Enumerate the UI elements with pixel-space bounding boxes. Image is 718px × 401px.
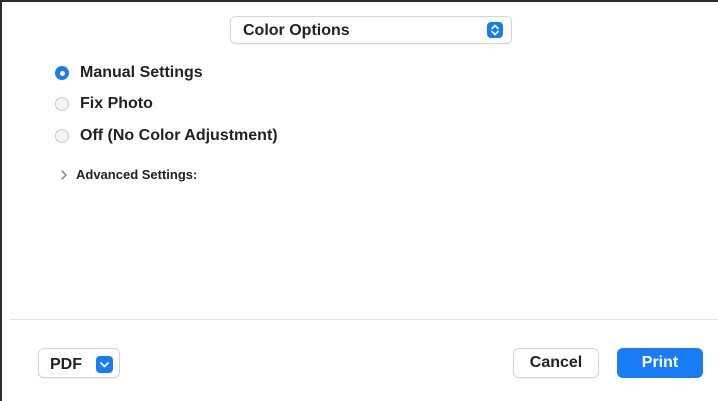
color-options-popup[interactable]: Color Options bbox=[230, 16, 512, 44]
print-button[interactable]: Print bbox=[617, 348, 703, 378]
window-frame-edge bbox=[0, 371, 2, 401]
advanced-settings-label: Advanced Settings: bbox=[76, 166, 198, 182]
popup-label: Color Options bbox=[243, 22, 350, 39]
radio-label: Off (No Color Adjustment) bbox=[80, 127, 278, 144]
radio-button[interactable] bbox=[55, 129, 69, 143]
pdf-label: PDF bbox=[50, 356, 82, 373]
window-frame bbox=[0, 0, 718, 401]
radio-label: Fix Photo bbox=[80, 95, 153, 112]
pdf-menu-button[interactable]: PDF bbox=[38, 348, 120, 378]
advanced-settings-disclosure[interactable]: Advanced Settings: bbox=[60, 166, 197, 182]
print-dialog: Color Options Manual Settings Fix Photo … bbox=[0, 0, 718, 401]
chevron-right-icon bbox=[60, 168, 68, 180]
up-down-stepper-icon bbox=[487, 22, 503, 38]
radio-button-checked[interactable] bbox=[55, 66, 69, 80]
radio-manual-settings[interactable]: Manual Settings bbox=[55, 63, 203, 83]
radio-label: Manual Settings bbox=[80, 64, 203, 81]
radio-off-no-color-adjustment[interactable]: Off (No Color Adjustment) bbox=[55, 126, 278, 146]
radio-fix-photo[interactable]: Fix Photo bbox=[55, 94, 153, 114]
footer-separator bbox=[10, 319, 718, 320]
radio-button[interactable] bbox=[55, 97, 69, 111]
cancel-button[interactable]: Cancel bbox=[513, 348, 599, 378]
chevron-down-icon bbox=[96, 356, 113, 373]
